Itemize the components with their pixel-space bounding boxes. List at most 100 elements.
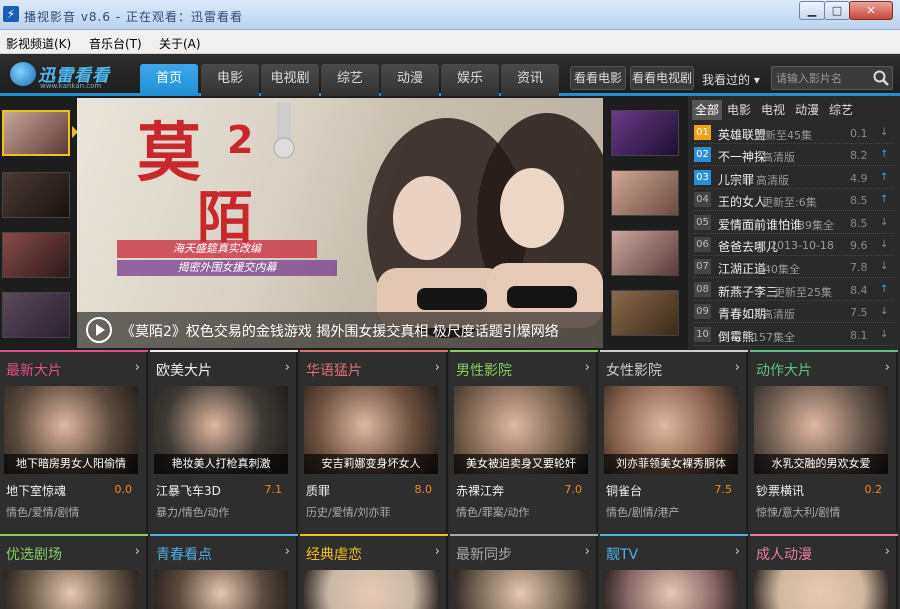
tab-anime[interactable]: 动漫 — [381, 64, 439, 96]
rank-title: 王的女人 — [718, 195, 767, 210]
category-header[interactable]: 欧美大片 › — [150, 350, 298, 382]
hero-thumb[interactable] — [611, 170, 679, 216]
rank-tab-tv[interactable]: 电视 — [758, 100, 788, 120]
search-input[interactable] — [776, 69, 870, 87]
category-header[interactable]: 动作大片 › — [750, 350, 898, 382]
movie-title[interactable]: 质罪 — [306, 482, 330, 499]
movie-poster[interactable] — [604, 570, 738, 609]
close-button[interactable]: ✕ — [849, 1, 893, 20]
tab-entertainment[interactable]: 娱乐 — [441, 64, 499, 96]
subtab-kankan-movie[interactable]: 看看电影 — [570, 66, 626, 90]
menu-item-music[interactable]: 音乐台(T) — [89, 35, 142, 52]
rank-tab-anime[interactable]: 动漫 — [792, 100, 822, 120]
ranking-item[interactable]: 09 青春如期 高清版 7.5 ↓ — [694, 301, 894, 324]
movie-poster[interactable]: 水乳交融的男欢女爱 — [754, 386, 888, 474]
category-title: 华语猛片 — [306, 363, 362, 379]
maximize-button[interactable]: □ — [824, 1, 850, 20]
hero-thumb[interactable] — [2, 232, 70, 278]
rank-tab-movie[interactable]: 电影 — [724, 100, 754, 120]
hero-thumb[interactable] — [611, 110, 679, 156]
chevron-right-icon[interactable]: › — [285, 544, 290, 559]
ranking-item[interactable]: 07 江湖正道 40集全 7.8 ↓ — [694, 256, 894, 279]
chevron-right-icon[interactable]: › — [885, 544, 890, 559]
category-header[interactable]: 最新同步 › — [450, 534, 598, 566]
arrow-down-icon: ↓ — [880, 216, 889, 228]
chevron-right-icon[interactable]: › — [135, 360, 140, 375]
tab-news[interactable]: 资讯 — [501, 64, 559, 96]
menu-item-channels[interactable]: 影视频道(K) — [6, 35, 71, 52]
chevron-right-icon[interactable]: › — [585, 360, 590, 375]
watched-dropdown[interactable]: 我看过的 ▾ — [702, 71, 760, 88]
movie-title[interactable]: 地下室惊魂 — [6, 482, 66, 499]
category-header[interactable]: 男性影院 › — [450, 350, 598, 382]
category-header[interactable]: 成人动漫 › — [750, 534, 898, 566]
movie-tags: 情色/剧情/港产 — [606, 506, 680, 519]
tab-movie[interactable]: 电影 — [201, 64, 259, 96]
chevron-right-icon[interactable]: › — [135, 544, 140, 559]
hero-thumb[interactable] — [2, 292, 70, 338]
rank-tab-variety[interactable]: 综艺 — [826, 100, 856, 120]
category-header[interactable]: 优选剧场 › — [0, 534, 148, 566]
tab-tv[interactable]: 电视剧 — [261, 64, 319, 96]
category-title: 最新同步 — [456, 547, 512, 563]
movie-poster[interactable]: 艳妆美人打枪真刺激 — [154, 386, 288, 474]
rank-score: 7.5 — [850, 306, 868, 320]
rank-tab-all[interactable]: 全部 — [692, 100, 722, 120]
search-icon[interactable] — [872, 69, 890, 87]
logo[interactable]: 迅雷看看 www.kankan.com — [10, 60, 125, 90]
play-icon[interactable] — [85, 316, 113, 344]
movie-poster[interactable] — [454, 570, 588, 609]
menu-item-about[interactable]: 关于(A) — [159, 35, 201, 52]
category-header[interactable]: 最新大片 › — [0, 350, 148, 382]
movie-title[interactable]: 赤裸江奔 — [456, 482, 504, 499]
arrow-up-icon: ↑ — [880, 171, 889, 183]
category-header[interactable]: 青春看点 › — [150, 534, 298, 566]
movie-poster[interactable]: 刘亦菲领美女裸秀胴体 — [604, 386, 738, 474]
movie-poster[interactable] — [154, 570, 288, 609]
ranking-item[interactable]: 01 英雄联盟 更新至45集 0.1 ↓ — [694, 122, 894, 144]
movie-poster[interactable]: 地下暗房男女人阳偷情 — [4, 386, 138, 474]
movie-poster[interactable]: 美女被迫卖身又要轮奸 — [454, 386, 588, 474]
category-header[interactable]: 靓TV › — [600, 534, 748, 566]
ranking-item[interactable]: 04 王的女人 更新至:6集 8.5 ↑ — [694, 189, 894, 212]
hero-thumb[interactable] — [2, 110, 70, 156]
movie-score: 0.2 — [864, 483, 883, 496]
rank-score: 8.1 — [850, 328, 868, 342]
ranking-item[interactable]: 05 爱情面前谁怕谁 39集全 8.5 ↓ — [694, 212, 894, 234]
search-box — [771, 66, 893, 90]
movie-title[interactable]: 钞票横讯 — [756, 482, 804, 499]
category-row-2: 优选剧场 › 青春看点 › 经典虐恋 › 最新同步 › 靓TV › 成人动漫 › — [0, 534, 900, 609]
category-header[interactable]: 华语猛片 › — [300, 350, 448, 382]
ranking-item[interactable]: 06 爸爸去哪儿 2013-10-18 9.6 ↓ — [694, 234, 894, 256]
movie-poster[interactable] — [4, 570, 138, 609]
ranking-item[interactable]: 03 儿宗罪 高清版 4.9 ↑ — [694, 167, 894, 189]
tab-variety[interactable]: 综艺 — [321, 64, 379, 96]
chevron-right-icon[interactable]: › — [735, 544, 740, 559]
movie-poster[interactable] — [304, 570, 438, 609]
ranking-item[interactable]: 02 不一神探 高清版 8.2 ↑ — [694, 144, 894, 167]
chevron-right-icon[interactable]: › — [585, 544, 590, 559]
chevron-right-icon[interactable]: › — [435, 544, 440, 559]
category-header[interactable]: 经典虐恋 › — [300, 534, 448, 566]
hero-banner[interactable]: 莫 陌 2 海天盛筵真实改编 揭密外围女援交内幕 《莫陌2》权色交易的金钱游戏 … — [77, 98, 603, 348]
chevron-right-icon[interactable]: › — [885, 360, 890, 375]
movie-title[interactable]: 江暴飞车3D — [156, 482, 221, 499]
movie-poster[interactable]: 安吉莉娜变身坏女人 — [304, 386, 438, 474]
ranking-item[interactable]: 10 倒霉熊 157集全 8.1 ↓ — [694, 324, 894, 346]
chevron-right-icon[interactable]: › — [285, 360, 290, 375]
hero-thumb[interactable] — [611, 290, 679, 336]
subtab-kankan-tv[interactable]: 看看电视剧 — [630, 66, 694, 90]
rank-subtitle: 更新至:6集 — [762, 196, 817, 210]
rank-title: 倒霉熊 — [718, 329, 755, 344]
rank-subtitle: 高清版 — [756, 173, 789, 187]
chevron-right-icon[interactable]: › — [735, 360, 740, 375]
hero-thumb[interactable] — [2, 172, 70, 218]
chevron-right-icon[interactable]: › — [435, 360, 440, 375]
hero-thumb[interactable] — [611, 230, 679, 276]
category-header[interactable]: 女性影院 › — [600, 350, 748, 382]
movie-poster[interactable] — [754, 570, 888, 609]
tab-home[interactable]: 首页 — [140, 64, 198, 96]
movie-title[interactable]: 铜雀台 — [606, 482, 642, 499]
minimize-button[interactable]: ▁ — [799, 1, 825, 20]
ranking-item[interactable]: 08 新燕子李三 更新至25集 8.4 ↑ — [694, 279, 894, 301]
